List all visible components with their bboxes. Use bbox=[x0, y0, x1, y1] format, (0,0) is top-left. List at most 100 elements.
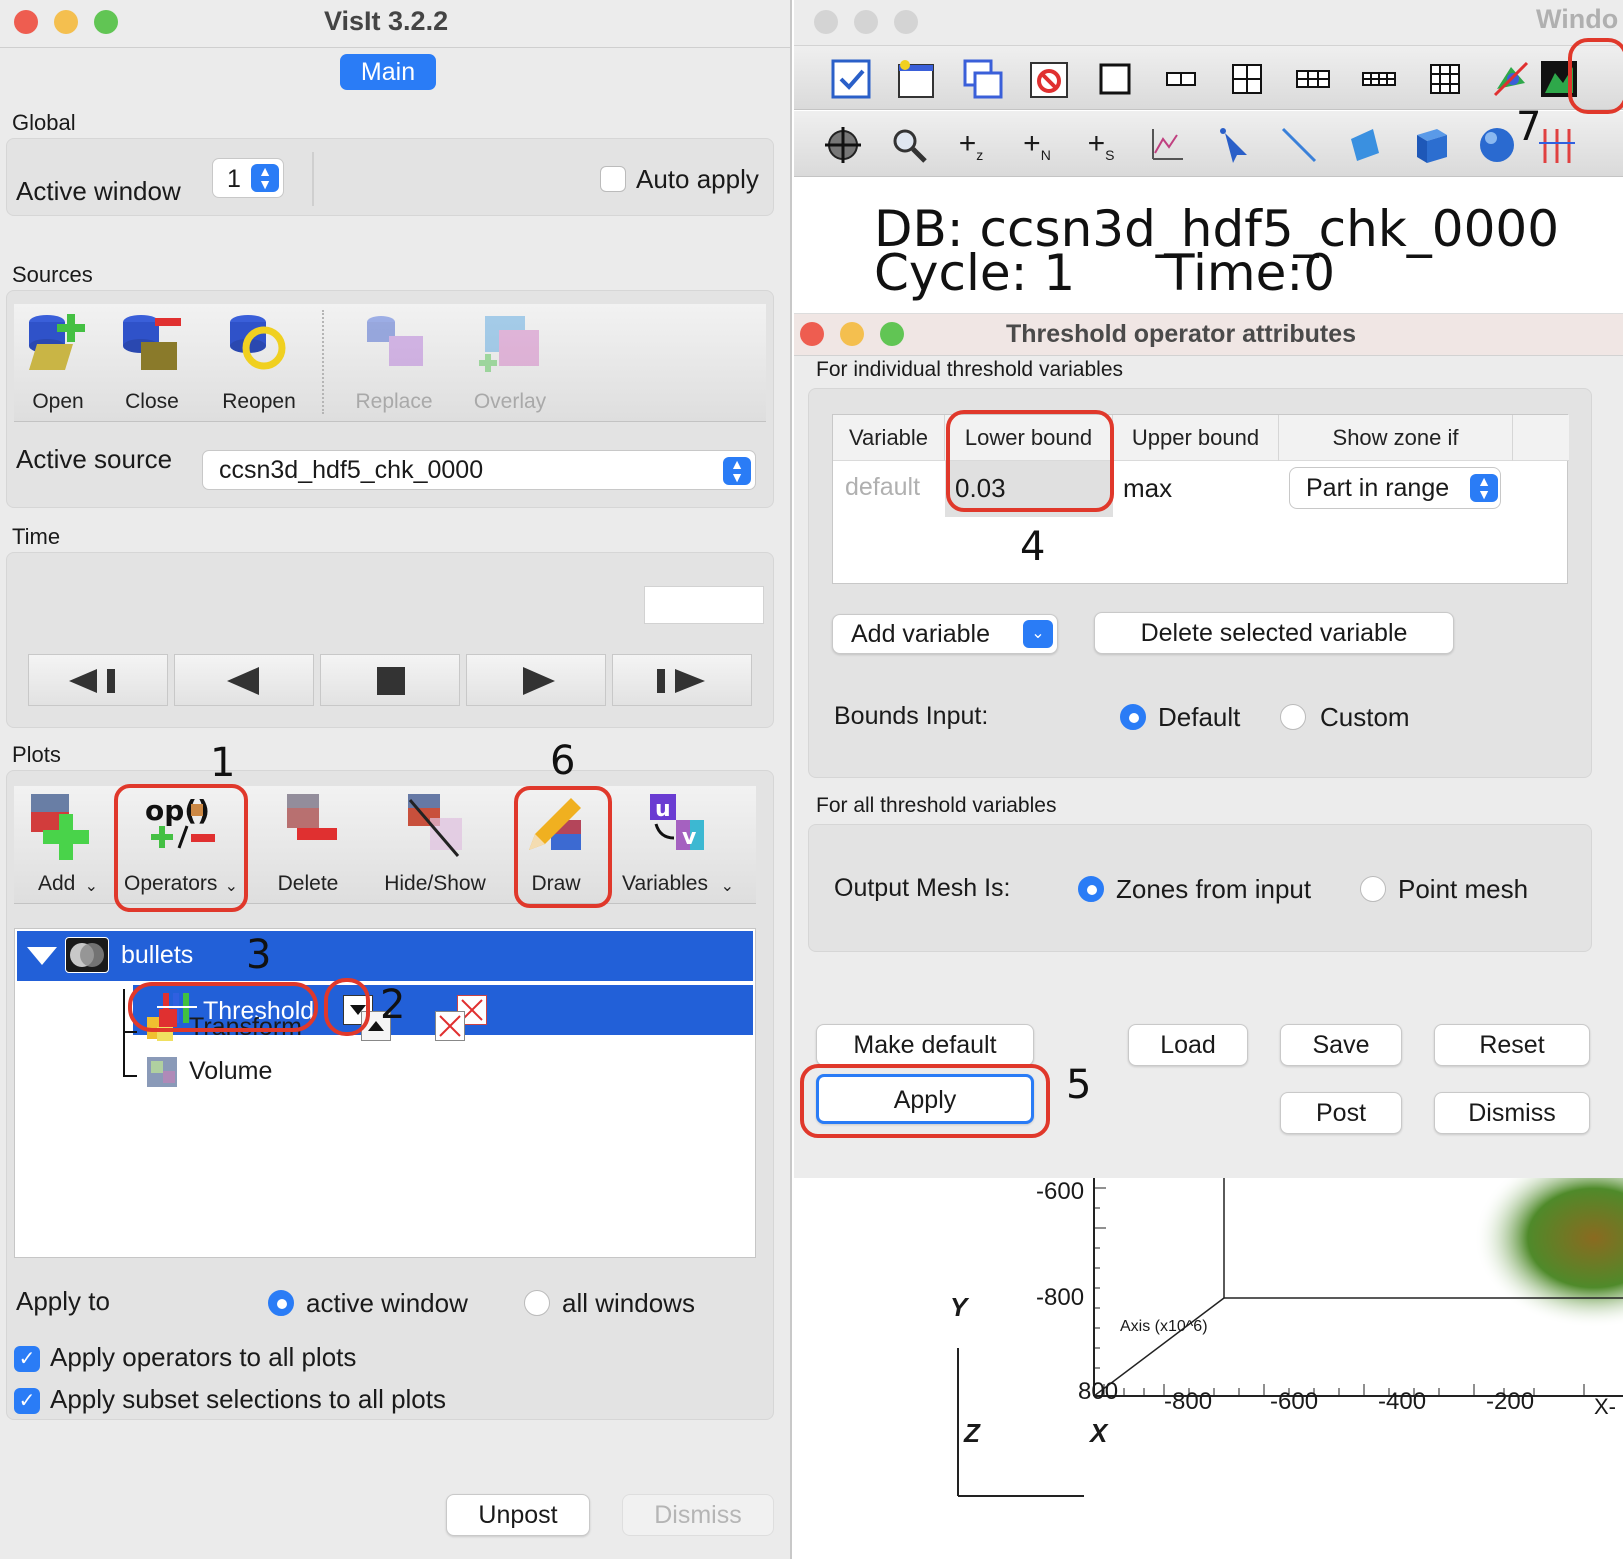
navigate-mode-button[interactable] bbox=[820, 122, 866, 168]
sphere-tool-button[interactable] bbox=[1474, 122, 1520, 168]
layout-2x3-button[interactable] bbox=[1290, 56, 1336, 102]
bounds-custom-radio[interactable] bbox=[1280, 704, 1306, 730]
delete-label: Delete bbox=[277, 872, 339, 895]
dialog-minimize-button[interactable] bbox=[840, 322, 864, 346]
active-window-spinbox[interactable]: 1 ▲ ▼ bbox=[212, 158, 284, 198]
all-section-label: For all threshold variables bbox=[816, 794, 1057, 817]
mesh-zones-radio[interactable] bbox=[1078, 876, 1104, 902]
sources-section-label: Sources bbox=[12, 262, 93, 287]
dialog-title: Threshold operator attributes bbox=[1006, 320, 1357, 348]
replace-source-button[interactable]: Replace bbox=[346, 310, 442, 414]
annotation-4: 4 bbox=[1020, 524, 1046, 570]
apply-subset-checkbox[interactable]: ✓ bbox=[14, 1388, 40, 1414]
dialog-close-button[interactable] bbox=[800, 322, 824, 346]
hide-show-button[interactable]: Hide/Show bbox=[374, 790, 496, 896]
load-button[interactable]: Load bbox=[1128, 1024, 1248, 1066]
spreadsheet-pick-button[interactable]: +S bbox=[1078, 122, 1124, 168]
spinbox-stepper-icon[interactable]: ▲ ▼ bbox=[251, 164, 279, 192]
reopen-source-button[interactable]: Reopen bbox=[214, 310, 304, 414]
vis-minimize-button[interactable] bbox=[854, 10, 878, 34]
show-zone-combobox[interactable]: Part in range ▲ ▼ bbox=[1289, 467, 1501, 509]
post-button[interactable]: Post bbox=[1280, 1092, 1402, 1134]
dialog-zoom-button[interactable] bbox=[880, 322, 904, 346]
dismiss-dialog-button[interactable]: Dismiss bbox=[1434, 1092, 1590, 1134]
save-button[interactable]: Save bbox=[1280, 1024, 1402, 1066]
reverse-play-button[interactable] bbox=[174, 654, 314, 706]
delete-plot-button[interactable]: Delete bbox=[266, 790, 350, 896]
active-source-combobox[interactable]: ccsn3d_hdf5_chk_0000 ▲ ▼ bbox=[202, 450, 756, 490]
row-variable-cell[interactable]: default bbox=[845, 473, 920, 502]
bounds-default-radio[interactable] bbox=[1120, 704, 1146, 730]
variables-button[interactable]: uv Variables ⌄ bbox=[618, 790, 734, 896]
col-variable-header[interactable]: Variable bbox=[833, 415, 945, 461]
layout-1x2-button[interactable] bbox=[1158, 56, 1204, 102]
threshold-variable-table[interactable]: Variable Lower bound Upper bound Show zo… bbox=[832, 414, 1569, 584]
line-out-button[interactable] bbox=[1210, 122, 1256, 168]
overlay-source-button[interactable]: Overlay bbox=[460, 310, 560, 414]
layout-3x3-button[interactable] bbox=[1422, 56, 1468, 102]
close-window-button[interactable] bbox=[14, 10, 38, 34]
zoom-mode-button[interactable] bbox=[886, 122, 932, 168]
remove-transform-button[interactable] bbox=[435, 1011, 465, 1041]
toolbar-checklist-button[interactable] bbox=[828, 56, 874, 102]
toolbar-spin-off-button[interactable] bbox=[1488, 56, 1534, 102]
time-slider-value-field[interactable] bbox=[644, 586, 764, 624]
step-forward-button[interactable] bbox=[612, 654, 752, 706]
zone-pick-button[interactable]: +z bbox=[948, 122, 994, 168]
plot-row-bullets[interactable]: bullets bbox=[17, 931, 753, 981]
zoom-window-button[interactable] bbox=[94, 10, 118, 34]
triad-x-label: X bbox=[1090, 1418, 1108, 1448]
stop-button[interactable] bbox=[320, 654, 460, 706]
dismiss-main-button[interactable]: Dismiss bbox=[622, 1494, 774, 1536]
mesh-point-radio[interactable] bbox=[1360, 876, 1386, 902]
delete-plot-icon bbox=[287, 794, 337, 840]
delete-selected-variable-button[interactable]: Delete selected variable bbox=[1094, 612, 1454, 654]
vis-window-title: Windo bbox=[1536, 4, 1619, 34]
collapse-triangle-icon[interactable] bbox=[25, 945, 59, 967]
overlay-database-icon bbox=[479, 316, 539, 372]
vis-zoom-button[interactable] bbox=[894, 10, 918, 34]
col-show-zone-header[interactable]: Show zone if bbox=[1279, 415, 1513, 461]
layout-2x4-button[interactable] bbox=[1356, 56, 1402, 102]
toolbar-clone-window-button[interactable] bbox=[960, 56, 1006, 102]
auto-apply-checkbox[interactable] bbox=[600, 166, 626, 192]
add-plot-button[interactable]: Add ⌄ bbox=[18, 790, 102, 896]
add-variable-chevron-icon: ⌄ bbox=[1023, 620, 1053, 648]
toolbar-new-window-button[interactable] bbox=[894, 56, 940, 102]
open-database-icon bbox=[29, 314, 85, 370]
show-zone-value: Part in range bbox=[1306, 474, 1450, 502]
bounds-default-label: Default bbox=[1158, 702, 1241, 732]
plot-visibility-toggle[interactable] bbox=[65, 937, 109, 973]
close-source-button[interactable]: Close bbox=[112, 310, 192, 414]
step-back-button[interactable] bbox=[28, 654, 168, 706]
active-window-value: 1 bbox=[227, 165, 241, 193]
tab-main[interactable]: Main bbox=[340, 54, 436, 90]
unpost-button[interactable]: Unpost bbox=[446, 1494, 590, 1536]
time-label: Time:0 bbox=[1164, 244, 1336, 302]
curve-pick-button[interactable] bbox=[1144, 122, 1190, 168]
highlight-ring-full-frame bbox=[1568, 38, 1623, 114]
sphere-tool-icon bbox=[1480, 128, 1514, 162]
upper-bound-cell[interactable]: max bbox=[1123, 473, 1172, 504]
lineout-tool-button[interactable] bbox=[1276, 122, 1322, 168]
plot-canvas[interactable] bbox=[794, 1178, 1623, 1559]
apply-operators-checkbox[interactable]: ✓ bbox=[14, 1346, 40, 1372]
vis-close-button[interactable] bbox=[814, 10, 838, 34]
col-upper-bound-header[interactable]: Upper bound bbox=[1113, 415, 1279, 461]
add-variable-button[interactable]: Add variable ⌄ bbox=[832, 614, 1058, 654]
open-source-button[interactable]: Open bbox=[18, 310, 98, 414]
all-windows-radio[interactable] bbox=[524, 1290, 550, 1316]
active-window-radio[interactable] bbox=[268, 1290, 294, 1316]
active-source-label: Active source bbox=[16, 444, 173, 474]
plot-list[interactable]: bullets Threshold Transform Volume bbox=[14, 928, 756, 1258]
toolbar-delete-window-button[interactable] bbox=[1026, 56, 1072, 102]
layout-2x2-button[interactable] bbox=[1224, 56, 1270, 102]
plane-tool-button[interactable] bbox=[1342, 122, 1388, 168]
play-button[interactable] bbox=[466, 654, 606, 706]
layout-1x1-button[interactable] bbox=[1092, 56, 1138, 102]
node-pick-button[interactable]: +N bbox=[1014, 122, 1060, 168]
reset-button[interactable]: Reset bbox=[1434, 1024, 1590, 1066]
box-tool-button[interactable] bbox=[1408, 122, 1454, 168]
make-default-button[interactable]: Make default bbox=[816, 1024, 1034, 1066]
minimize-window-button[interactable] bbox=[54, 10, 78, 34]
